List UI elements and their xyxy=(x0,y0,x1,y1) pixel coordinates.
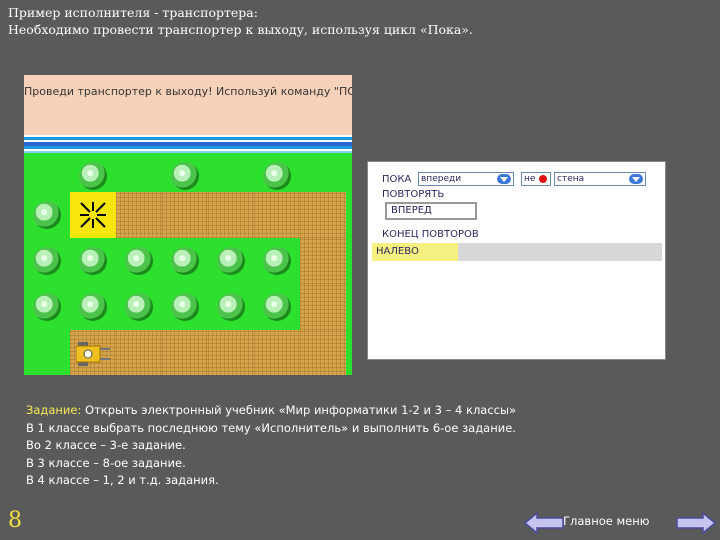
task-text: Задание: Открыть электронный учебник «Ми… xyxy=(26,402,516,490)
condition-select[interactable]: впереди xyxy=(418,172,514,186)
not-select-value: не xyxy=(524,174,536,184)
tree-icon xyxy=(79,293,107,321)
target-cross-icon xyxy=(80,202,106,228)
chevron-down-icon[interactable] xyxy=(497,174,511,184)
tree-icon xyxy=(171,247,199,275)
grid-cell xyxy=(254,284,300,330)
tree-icon xyxy=(33,293,61,321)
task-line-2: В 1 классе выбрать последнюю тему «Испол… xyxy=(26,420,516,435)
grid-row xyxy=(24,238,352,284)
tree-icon xyxy=(217,293,245,321)
tree-icon xyxy=(33,201,61,229)
grid-cell xyxy=(24,330,70,375)
grid-cell xyxy=(208,330,254,375)
command-box-text: ВПЕРЕД xyxy=(391,205,432,216)
tree-icon xyxy=(171,293,199,321)
object-select[interactable]: стена xyxy=(554,172,646,186)
red-dot-icon xyxy=(539,175,547,183)
grid-cell xyxy=(254,238,300,284)
tree-icon xyxy=(125,247,153,275)
grid-cell xyxy=(162,284,208,330)
tree-icon xyxy=(79,162,107,190)
grid-cell xyxy=(300,192,346,238)
tree-icon xyxy=(125,293,153,321)
end-repeat-keyword: КОНЕЦ ПОВТОРОВ xyxy=(382,229,479,240)
grid-row xyxy=(24,192,352,238)
grid-cell xyxy=(24,238,70,284)
task-line-4: В 3 классе – 8-ое задание. xyxy=(26,455,186,470)
grid-cell xyxy=(300,284,346,330)
not-select[interactable]: не xyxy=(521,172,551,186)
tree-icon xyxy=(79,247,107,275)
tree-icon xyxy=(263,247,291,275)
grid-cell xyxy=(300,238,346,284)
grid-cell xyxy=(116,192,162,238)
grid-cell xyxy=(162,238,208,284)
banner-text: Проведи транспортер к выходу! Используй … xyxy=(24,85,352,98)
grid-cell xyxy=(300,330,346,375)
grid-cell xyxy=(208,238,254,284)
task-line-1: Открыть электронный учебник «Мир информа… xyxy=(85,403,517,417)
grid-cell xyxy=(70,330,116,375)
conveyor-robot-icon xyxy=(76,342,110,366)
grid-cell xyxy=(346,192,352,238)
game-banner: Проведи транспортер к выходу! Используй … xyxy=(24,75,352,135)
task-line-5: В 4 классе – 1, 2 и т.д. задания. xyxy=(26,473,219,487)
left-arrow-icon[interactable] xyxy=(523,511,565,535)
program-panel: ПОКА впереди не стена ПОВТОРЯТЬ ВПЕРЕД К… xyxy=(367,161,666,360)
grid-cell xyxy=(116,330,162,375)
grid-cell xyxy=(24,284,70,330)
slide-title: Пример исполнителя - транспортера: Необх… xyxy=(8,4,473,38)
grid-cell xyxy=(346,238,352,284)
command-box[interactable]: ВПЕРЕД xyxy=(385,202,477,220)
grid-cell xyxy=(254,330,300,375)
tree-icon xyxy=(263,162,291,190)
current-command: НАЛЕВО xyxy=(376,246,419,257)
grid-cell xyxy=(70,284,116,330)
main-menu-link[interactable]: Главное меню xyxy=(563,514,649,528)
grid-cell xyxy=(162,330,208,375)
command-status-bar: НАЛЕВО xyxy=(372,243,662,261)
tree-icon xyxy=(217,247,245,275)
grid-cell xyxy=(24,192,70,238)
while-keyword: ПОКА xyxy=(382,174,412,185)
grid-cell xyxy=(254,192,300,238)
repeat-keyword: ПОВТОРЯТЬ xyxy=(382,189,445,200)
grid-cell xyxy=(208,192,254,238)
task-line-3: Во 2 классе – 3-е задание. xyxy=(26,438,186,452)
grid-cell xyxy=(208,284,254,330)
tree-icon xyxy=(33,247,61,275)
grid-row xyxy=(24,284,352,330)
object-select-value: стена xyxy=(557,174,585,184)
tree-icon xyxy=(263,293,291,321)
title-line-1: Пример исполнителя - транспортера: xyxy=(8,5,258,20)
page-number: 8 xyxy=(8,508,22,533)
grid-row xyxy=(24,330,352,375)
grid-cell xyxy=(116,238,162,284)
game-field[interactable]: Проведи транспортер к выходу! Используй … xyxy=(24,75,352,375)
grid-cell xyxy=(346,330,352,375)
grid-cell xyxy=(346,284,352,330)
grid-cell xyxy=(162,192,208,238)
title-line-2: Необходимо провести транспортер к выходу… xyxy=(8,22,473,37)
tree-icon xyxy=(171,162,199,190)
grid-cell xyxy=(116,284,162,330)
grid-cell xyxy=(70,192,116,238)
grid-cell xyxy=(70,238,116,284)
right-arrow-icon[interactable] xyxy=(675,511,717,535)
water-strip xyxy=(24,135,352,153)
condition-select-value: впереди xyxy=(421,174,462,184)
chevron-down-icon[interactable] xyxy=(629,174,643,184)
task-label: Задание: xyxy=(26,403,82,417)
